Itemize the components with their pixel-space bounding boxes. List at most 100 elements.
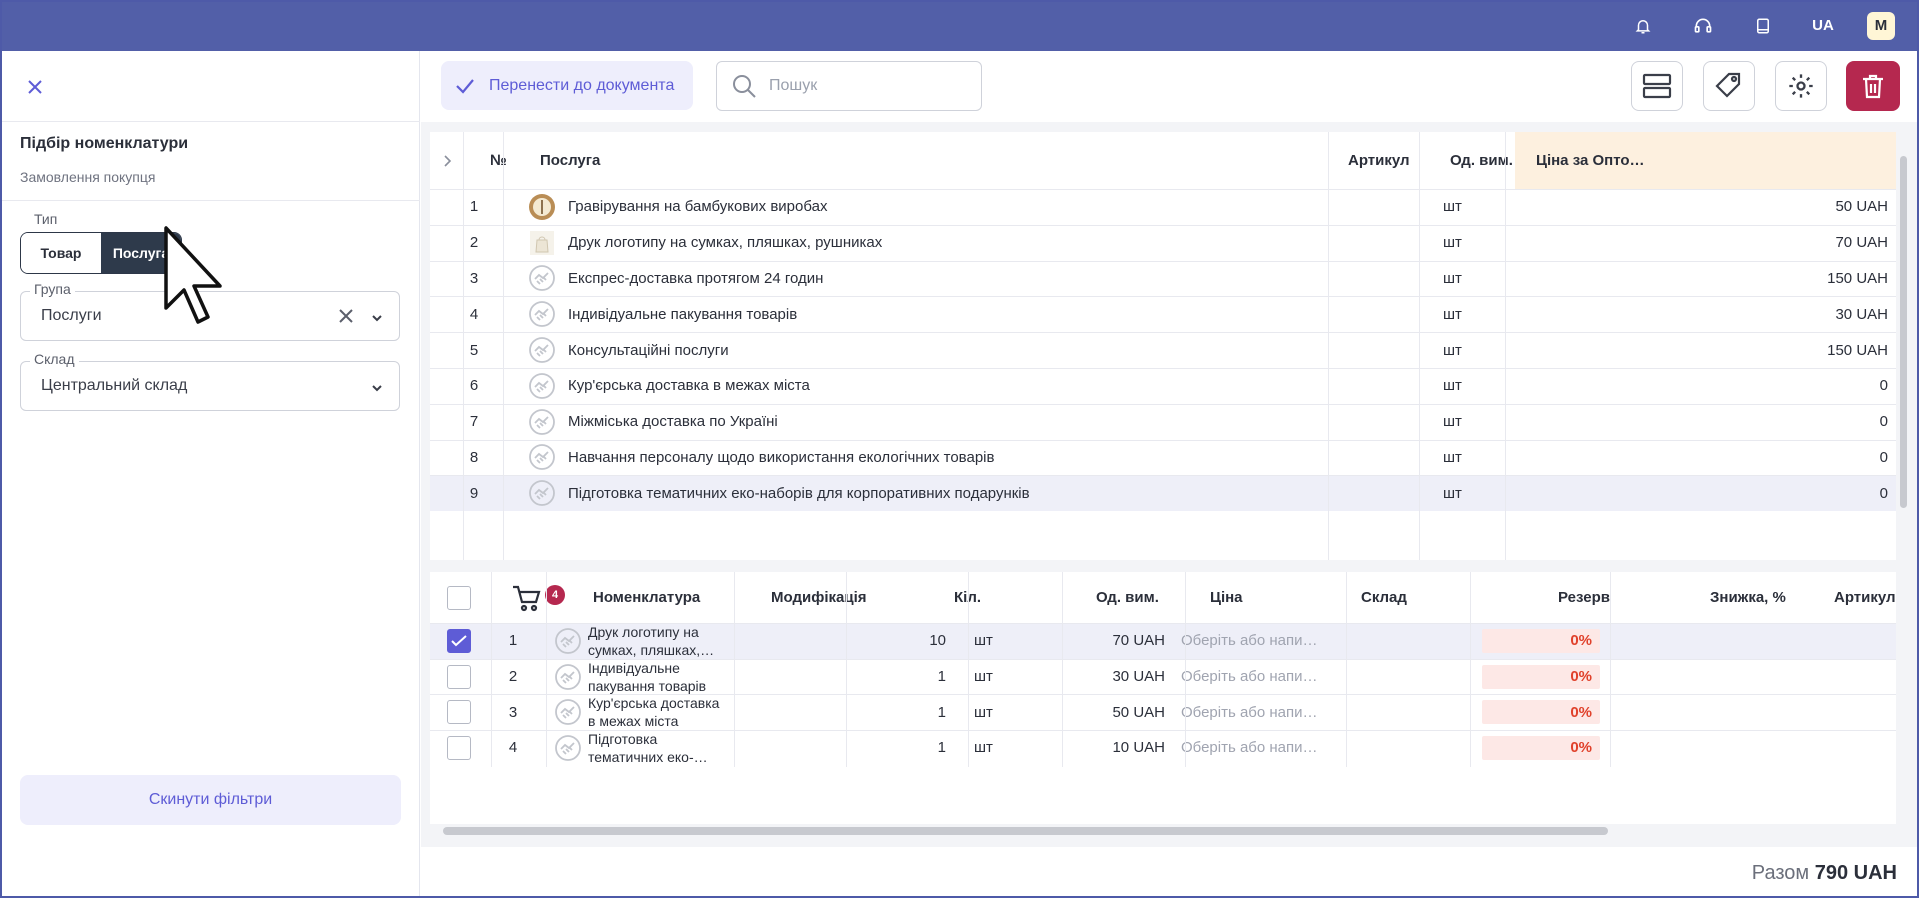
group-value: Послуги [41,307,102,324]
price-input[interactable]: 30 UAH [1050,659,1165,695]
header-warehouse[interactable]: Склад [1361,572,1407,623]
type-option-goods[interactable]: Товар [21,233,101,273]
item-name-line: пакування товарів [588,677,707,694]
discount-input[interactable]: 0% [1482,628,1600,653]
service-name: Гравірування на бамбукових виробах [528,189,827,225]
row-checkbox[interactable] [447,694,471,730]
book-icon[interactable] [1733,0,1793,51]
service-name: Індивідуальне пакування товарів [528,296,797,332]
discount-input[interactable]: 0% [1482,735,1600,760]
service-name-text: Консультаційні послуги [568,341,729,359]
search-input[interactable] [769,77,959,95]
delete-button[interactable] [1846,61,1900,111]
clear-icon[interactable] [337,307,355,330]
price: 0 [1879,377,1888,395]
service-name-text: Індивідуальне пакування товарів [568,305,798,323]
row-number: 1 [469,198,479,216]
table-row[interactable]: 7 Міжміська доставка по Україні шт 0 [430,404,1896,440]
service-name: Консультаційні послуги [528,332,729,368]
row-number: 4 [508,739,518,757]
avatar[interactable]: M [1867,11,1895,40]
warehouse-select[interactable]: Центральний склад [20,361,400,411]
total-value: 790 UAH [1814,862,1897,884]
cart-row[interactable]: 4 Підготовка тематичних еко-… 1 шт 10 UAH Обер… [430,730,1896,766]
horizontal-scrollbar[interactable] [443,827,1608,835]
warehouse-select[interactable]: Оберіть або напи… [1181,694,1318,730]
row-checkbox[interactable] [447,623,471,659]
header-discount[interactable]: Знижка, % [1710,572,1786,623]
cart-table: 4 Номенклатура Модифікація Кіл. Од. вим.… [430,572,1896,824]
item-name-text: Друк логотипу на сумках, пляшках,… [588,623,714,659]
transfer-to-document-button[interactable]: Перенести до документа [441,61,693,110]
table-row[interactable]: 2 Друк логотипу на сумках, пляшках, рушни… [430,225,1896,261]
row-divider [430,189,1896,190]
header-price[interactable]: Ціна за Опто… [1536,132,1645,189]
language-switch[interactable]: UA [1793,17,1853,34]
table-row[interactable]: 9 Підготовка тематичних еко-наборів для к… [430,475,1896,512]
qty-input[interactable]: 1 [836,730,946,766]
warehouse-select[interactable]: Оберіть або напи… [1181,623,1318,659]
row-number: 1 [508,632,518,650]
bell-icon[interactable] [1613,0,1673,51]
header-service[interactable]: Послуга [540,132,600,189]
table-row[interactable]: 8 Навчання персоналу щодо використання ек… [430,440,1896,476]
row-checkbox[interactable] [447,659,471,695]
cart-row[interactable]: 1 Друк логотипу на сумках, пляшках,… 10 шт 70… [430,623,1896,659]
column-divider [491,572,492,767]
qty-input[interactable]: 1 [836,694,946,730]
column-divider [1185,572,1186,767]
header-price[interactable]: Ціна [1210,572,1243,623]
handshake-icon [528,264,556,292]
settings-button[interactable] [1775,61,1827,111]
unit: шт [1443,305,1462,323]
price-input[interactable]: 50 UAH [1050,694,1165,730]
handshake-icon [554,734,582,762]
expand-icon[interactable] [442,132,452,189]
price-input[interactable]: 70 UAH [1050,623,1165,659]
column-divider [1610,572,1611,767]
header-num[interactable]: № [490,132,507,189]
header-unit[interactable]: Од. вим. [1096,572,1159,623]
table-row[interactable]: 3 Експрес-доставка протягом 24 годин шт 150… [430,261,1896,297]
close-icon[interactable] [24,76,46,98]
discount-input[interactable]: 0% [1482,664,1600,689]
header-sku[interactable]: Артикул [1348,132,1410,189]
select-all-checkbox[interactable] [447,572,471,623]
divider [0,121,420,122]
table-row[interactable]: 1 Гравірування на бамбукових виробах шт 50 … [430,189,1896,225]
warehouse-select[interactable]: Оберіть або напи… [1181,730,1318,766]
row-checkbox[interactable] [447,730,471,766]
gear-icon [1789,74,1813,98]
table-row[interactable]: 5 Консультаційні послуги шт 150 UAH [430,332,1896,368]
row-number: 5 [469,341,479,359]
vertical-scrollbar[interactable] [1900,156,1907,508]
item-name: Друк логотипу на сумках, пляшках,… [554,623,714,659]
price-input[interactable]: 10 UAH [1050,730,1165,766]
qty-input[interactable]: 10 [836,623,946,659]
header-modification[interactable]: Модифікація [771,572,867,623]
qty-input[interactable]: 1 [836,659,946,695]
table-row[interactable]: 4 Індивідуальне пакування товарів шт 30 UAH [430,296,1896,332]
discount-input[interactable]: 0% [1482,700,1600,725]
chevron-down-icon[interactable] [371,381,383,399]
reset-filters-button[interactable]: Скинути фільтри [20,775,401,825]
cart-row[interactable]: 2 Індивідуальне пакування товарів 1 шт 30 UAH… [430,659,1896,695]
headset-icon[interactable] [1673,0,1733,51]
layout-toggle-button[interactable] [1631,61,1683,111]
header-name[interactable]: Номенклатура [593,572,700,623]
cart-row[interactable]: 3 Кур'єрська доставка в межах міста 1 шт 50 U… [430,694,1896,730]
header-reserve[interactable]: Резерв [1558,572,1610,623]
row-divider [430,260,1896,262]
chevron-down-icon[interactable] [371,311,383,329]
header-unit[interactable]: Од. вим. [1450,132,1513,189]
price-tag-button[interactable] [1703,61,1755,111]
unit: шт [1443,234,1462,252]
warehouse-select[interactable]: Оберіть або напи… [1181,659,1318,695]
service-name-text: Гравірування на бамбукових виробах [568,198,828,216]
table-row[interactable]: 6 Кур'єрська доставка в межах міста шт 0 [430,368,1896,404]
column-divider [546,572,547,767]
handshake-icon [528,479,556,507]
group-label: Група [30,281,75,297]
header-sku[interactable]: Артикул [1834,572,1896,623]
table-header: № Послуга Артикул Од. вим. Ціна за Опто… [430,132,1896,189]
